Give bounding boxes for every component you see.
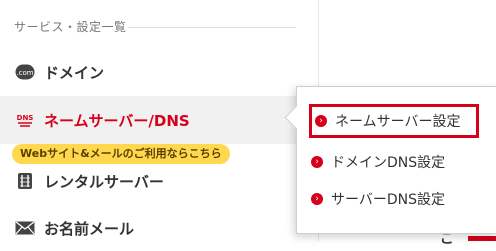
sidebar-item-onamae-mail[interactable]: お名前メール <box>0 205 318 251</box>
server-icon <box>14 172 36 190</box>
submenu-popover: › ネームサーバー設定 › ドメインDNS設定 › サーバーDNS設定 <box>284 86 496 234</box>
submenu-item-label: ネームサーバー設定 <box>335 114 461 130</box>
submenu-item-server-dns-settings[interactable]: › サーバーDNS設定 <box>311 182 445 216</box>
svg-text:.com: .com <box>16 69 33 77</box>
section-divider <box>128 27 296 28</box>
sidebar-item-label: お名前メール <box>44 219 135 238</box>
dns-icon: DNS <box>14 112 36 128</box>
com-domain-icon: .com <box>14 64 36 80</box>
sidebar: サービス・設定一覧 .com ドメイン DNS ネームサーバー/DNS Webサ… <box>0 0 318 241</box>
submenu-item-nameserver-settings[interactable]: › ネームサーバー設定 <box>309 104 479 138</box>
svg-text:DNS: DNS <box>17 114 34 122</box>
submenu-item-label: サーバーDNS設定 <box>331 192 445 208</box>
chevron-right-icon: › <box>311 156 323 168</box>
submenu-item-domain-dns-settings[interactable]: › ドメインDNS設定 <box>311 145 445 179</box>
sidebar-item-label: レンタルサーバー <box>44 172 164 191</box>
section-title: サービス・設定一覧 <box>14 20 127 34</box>
sidebar-item-rental-server[interactable]: レンタルサーバー <box>0 158 318 204</box>
submenu-item-label: ドメインDNS設定 <box>331 155 446 171</box>
mail-icon <box>14 221 36 235</box>
chevron-right-icon: › <box>311 193 323 205</box>
background-accent-bar <box>468 236 496 241</box>
sidebar-item-label: ネームサーバー/DNS <box>44 111 190 130</box>
sidebar-item-domain[interactable]: .com ドメイン <box>0 49 318 95</box>
sidebar-item-label: ドメイン <box>44 63 105 82</box>
sidebar-item-nameserver-dns[interactable]: DNS ネームサーバー/DNS <box>0 96 318 144</box>
chevron-right-icon: › <box>315 115 327 127</box>
